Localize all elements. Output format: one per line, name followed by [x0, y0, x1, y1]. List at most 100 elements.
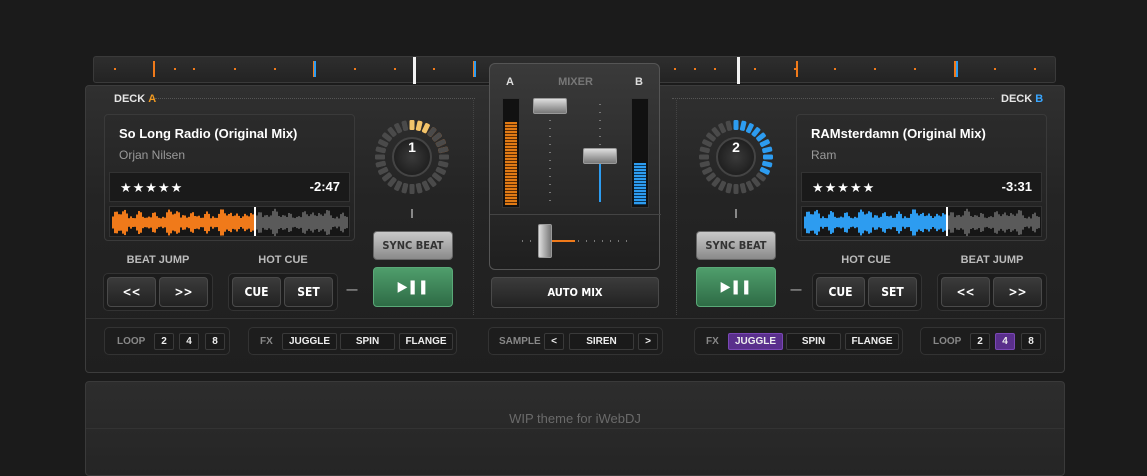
deck-b-fx-spin[interactable]: SPIN: [786, 333, 841, 350]
deck-a-fx-juggle[interactable]: JUGGLE: [282, 333, 337, 350]
waveform-bar: [932, 217, 934, 228]
waveform-bar: [188, 216, 190, 229]
deck-a-rating[interactable]: ★★★★★: [120, 180, 183, 196]
knob-segment: [409, 120, 415, 130]
sample-next-button[interactable]: >: [638, 333, 658, 350]
deck-a-loop-8[interactable]: 8: [205, 333, 225, 350]
waveform-bar: [260, 212, 262, 233]
deck-a-set-button[interactable]: SET: [284, 277, 333, 307]
waveform-bar: [202, 217, 204, 228]
waveform-bar: [234, 215, 236, 230]
deck-b-waveform[interactable]: [801, 206, 1042, 237]
deck-a-cue-button[interactable]: CUE: [232, 277, 281, 307]
waveform-bar: [216, 217, 218, 228]
waveform-bar: [942, 213, 944, 232]
waveform-bar: [324, 213, 326, 232]
footer-divider: [86, 428, 1064, 429]
waveform-bar: [842, 217, 844, 228]
auto-mix-button[interactable]: AUTO MIX: [491, 277, 659, 308]
deck-b-jog-knob[interactable]: 2: [696, 117, 776, 197]
waveform-bar: [940, 216, 942, 229]
waveform-bar: [132, 218, 134, 227]
waveform-bar: [854, 216, 856, 229]
deck-b-loop-8[interactable]: 8: [1021, 333, 1041, 350]
waveform-bar: [972, 216, 974, 229]
waveform-bar: [1036, 216, 1038, 229]
channel-b-fader-knob[interactable]: [583, 148, 617, 164]
timeline-tick: [354, 68, 356, 70]
waveform-bar: [958, 215, 960, 230]
timeline-tick: [834, 68, 836, 70]
waveform-bar: [888, 216, 890, 229]
deck-a-time: -2:47: [309, 179, 340, 194]
waveform-bar: [282, 215, 284, 230]
deck-b-fx-juggle[interactable]: JUGGLE: [728, 333, 783, 350]
deck-b-loop-4[interactable]: 4: [995, 333, 1015, 350]
deck-b-sync-beat-button[interactable]: SYNC BEAT: [696, 231, 776, 260]
timeline-beat-marker: [153, 61, 155, 77]
waveform-bar: [200, 217, 202, 228]
deck-b-loop-2[interactable]: 2: [970, 333, 990, 350]
waveform-bar: [338, 218, 340, 227]
sample-value[interactable]: SIREN: [569, 333, 634, 350]
knob-segment: [401, 183, 409, 194]
waveform-bar: [1018, 210, 1020, 235]
waveform-bar: [146, 217, 148, 228]
deck-b-fx-flange[interactable]: FLANGE: [845, 333, 899, 350]
deck-b-rating[interactable]: ★★★★★: [812, 180, 875, 196]
waveform-bar: [270, 215, 272, 230]
waveform-bar: [184, 215, 186, 230]
deck-b-set-button[interactable]: SET: [868, 277, 917, 307]
knob-segment: [415, 120, 423, 131]
deck-a-loop-4[interactable]: 4: [179, 333, 199, 350]
mixer-panel: A MIXER B: [489, 63, 661, 270]
channel-a-fader-knob[interactable]: [533, 98, 567, 114]
knob-segment: [762, 160, 773, 168]
deck-b-play-pause-button[interactable]: ▶❚❚: [696, 267, 776, 307]
deck-b-jump-back-button[interactable]: <<: [941, 277, 990, 307]
waveform-bar: [140, 212, 142, 233]
deck-a-waveform[interactable]: [109, 206, 350, 237]
waveform-bar: [136, 214, 138, 231]
waveform-bar: [872, 217, 874, 228]
waveform-bar: [952, 212, 954, 233]
waveform-bar: [804, 216, 806, 229]
waveform-bar: [168, 209, 170, 236]
channel-a-vu-meter: [502, 98, 520, 208]
waveform-bar: [154, 212, 156, 233]
deck-b-jump-forward-button[interactable]: >>: [993, 277, 1042, 307]
waveform-bar: [252, 214, 254, 231]
sample-prev-button[interactable]: <: [544, 333, 564, 350]
knob-segment: [438, 146, 449, 154]
waveform-bar: [212, 216, 214, 229]
knob-segment: [725, 183, 733, 194]
waveform-bar: [920, 213, 922, 232]
waveform-bar: [208, 213, 210, 232]
waveform-bar: [1014, 215, 1016, 230]
bottom-divider: [86, 318, 1064, 319]
deck-a-loop-2[interactable]: 2: [154, 333, 174, 350]
waveform-bar: [314, 215, 316, 230]
deck-a-sync-beat-button[interactable]: SYNC BEAT: [373, 231, 453, 260]
waveform-bar: [286, 216, 288, 229]
timeline-tick: [274, 68, 276, 70]
deck-a-fx-flange[interactable]: FLANGE: [399, 333, 453, 350]
deck-a-jump-back-button[interactable]: <<: [107, 277, 156, 307]
waveform-bar: [816, 209, 818, 236]
deck-b-cue-button[interactable]: CUE: [816, 277, 865, 307]
deck-a-jog-knob[interactable]: 1: [372, 117, 452, 197]
timeline-tick: [174, 68, 176, 70]
deck-a-play-pause-button[interactable]: ▶❚❚: [373, 267, 453, 307]
deck-b-divider: [672, 98, 994, 99]
timeline-tick: [874, 68, 876, 70]
mixer-divider: [490, 214, 661, 215]
deck-a-label: DECK A: [114, 93, 157, 105]
waveform-bar: [820, 218, 822, 227]
deck-b-track-panel: RAMsterdamn (Original Mix) Ram ★★★★★ -3:…: [796, 114, 1047, 241]
crossfader-knob[interactable]: [538, 224, 552, 258]
deck-a-jump-forward-button[interactable]: >>: [159, 277, 208, 307]
waveform-bar: [992, 217, 994, 228]
waveform-bar: [122, 211, 124, 234]
waveform-bar: [204, 214, 206, 231]
deck-a-fx-spin[interactable]: SPIN: [340, 333, 395, 350]
